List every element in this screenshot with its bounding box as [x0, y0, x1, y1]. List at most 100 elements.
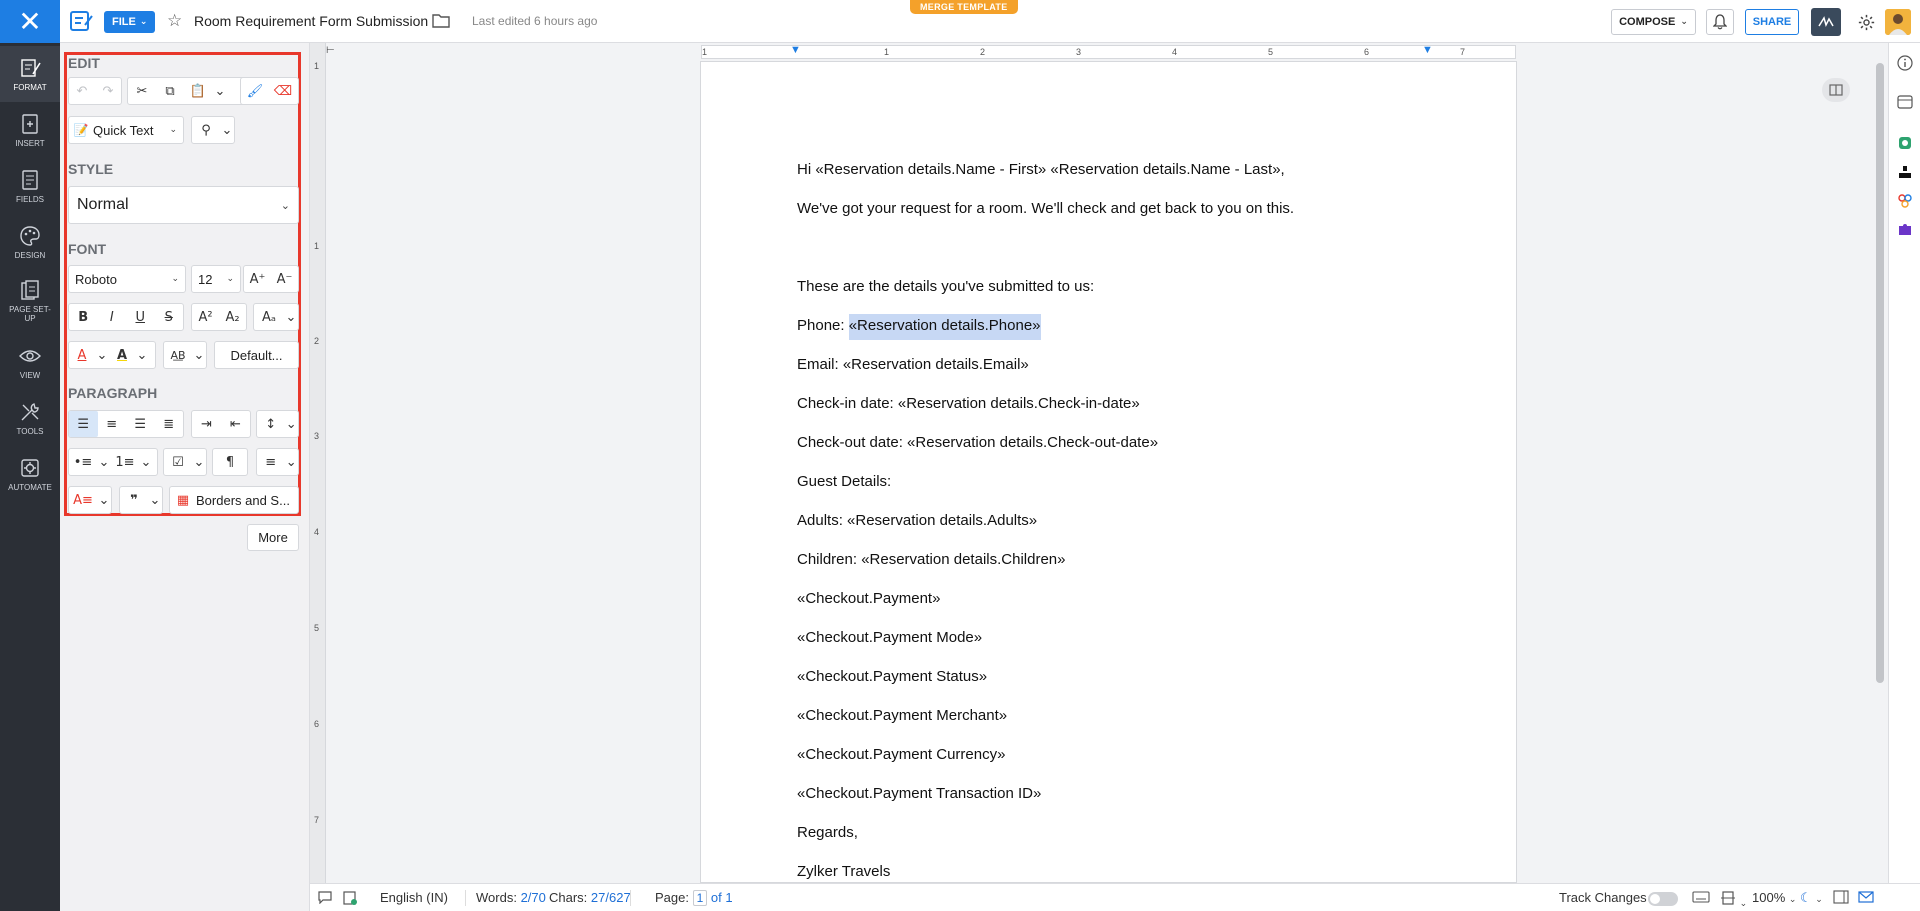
- show-formatting-button[interactable]: ¶: [212, 448, 248, 476]
- superscript-icon[interactable]: A²: [192, 304, 219, 330]
- font-family-select[interactable]: Roboto ⌄: [68, 265, 186, 293]
- rail-item-format[interactable]: FORMAT: [0, 46, 60, 102]
- italic-icon[interactable]: I: [98, 304, 127, 330]
- folder-icon[interactable]: [432, 13, 450, 28]
- doc-line[interactable]: Check-out date: «Reservation details.Che…: [797, 434, 1158, 451]
- panel-button[interactable]: [1895, 92, 1915, 112]
- font-color-chevron-icon[interactable]: ⌄: [95, 342, 109, 368]
- right-indent-marker-icon[interactable]: ▼: [1422, 44, 1433, 56]
- character-spacing-chevron-icon[interactable]: ⌄: [192, 342, 206, 368]
- page-number-input[interactable]: 1: [692, 890, 708, 906]
- user-avatar[interactable]: [1885, 9, 1911, 35]
- undo-icon[interactable]: ↶: [69, 78, 95, 104]
- sidebar-toggle-icon[interactable]: [1833, 890, 1849, 907]
- align-right-icon[interactable]: ☰: [126, 411, 155, 437]
- document-page[interactable]: Hi «Reservation details.Name - First» «R…: [700, 61, 1517, 883]
- language-selector[interactable]: English (IN): [380, 890, 448, 905]
- doc-line[interactable]: «Checkout.Payment Currency»: [797, 746, 1005, 763]
- rail-item-page-setup[interactable]: PAGE SET-UP: [0, 270, 60, 332]
- character-spacing-icon[interactable]: A͟B: [164, 342, 192, 368]
- strikethrough-icon[interactable]: S: [155, 304, 184, 330]
- increase-font-icon[interactable]: A⁺: [244, 266, 271, 292]
- keyboard-icon[interactable]: [1692, 890, 1710, 907]
- rail-item-insert[interactable]: INSERT: [0, 102, 60, 158]
- ruler-collapse-icon[interactable]: ⊢: [326, 45, 335, 56]
- compose-button[interactable]: COMPOSE ⌄: [1611, 9, 1696, 35]
- paragraph-style-select[interactable]: Normal ⌄: [68, 186, 299, 224]
- justify-icon[interactable]: ≣: [155, 411, 184, 437]
- track-changes-toggle[interactable]: [1648, 892, 1678, 906]
- feedback-icon[interactable]: [1858, 890, 1874, 907]
- doc-line[interactable]: Regards,: [797, 824, 858, 841]
- binoculars-icon[interactable]: ⚲: [192, 117, 220, 143]
- numbered-list-chevron-icon[interactable]: ⌄: [139, 449, 153, 475]
- file-menu-button[interactable]: FILE ⌄: [104, 11, 156, 33]
- close-button[interactable]: ✕: [0, 0, 60, 43]
- find-options-chevron-icon[interactable]: ⌄: [220, 117, 234, 143]
- doc-line-phone[interactable]: Phone: «Reservation details.Phone»: [797, 314, 1041, 340]
- highlight-color-icon[interactable]: A: [109, 342, 135, 368]
- font-color-icon[interactable]: A: [69, 342, 95, 368]
- info-button[interactable]: [1895, 53, 1915, 73]
- highlight-color-chevron-icon[interactable]: ⌄: [135, 342, 149, 368]
- zoom-select[interactable]: 100% ⌄: [1752, 890, 1796, 905]
- document-title[interactable]: Room Requirement Form Submission: [194, 13, 428, 29]
- cut-icon[interactable]: ✂: [128, 78, 156, 104]
- comment-icon[interactable]: [317, 890, 333, 907]
- rail-item-view[interactable]: VIEW: [0, 334, 60, 390]
- star-icon[interactable]: ☆: [167, 11, 182, 31]
- sign-button[interactable]: [1811, 8, 1841, 36]
- decrease-font-icon[interactable]: A⁻: [271, 266, 298, 292]
- rail-item-fields[interactable]: FIELDS: [0, 158, 60, 214]
- quote-chevron-icon[interactable]: ⌄: [148, 487, 162, 513]
- doc-line[interactable]: Check-in date: «Reservation details.Chec…: [797, 395, 1140, 412]
- doc-line[interactable]: Zylker Travels: [797, 863, 890, 880]
- page-layout-toggle[interactable]: [1822, 78, 1850, 102]
- doc-line[interactable]: «Checkout.Payment Merchant»: [797, 707, 1007, 724]
- doc-line[interactable]: «Checkout.Payment»: [797, 590, 940, 607]
- increase-indent-icon[interactable]: ⇥: [192, 411, 221, 437]
- extensions-button[interactable]: [1895, 219, 1915, 239]
- share-button[interactable]: SHARE: [1745, 9, 1799, 35]
- analytics-button[interactable]: [1895, 162, 1915, 182]
- doc-line[interactable]: Children: «Reservation details.Children»: [797, 551, 1065, 568]
- font-size-select[interactable]: 12 ⌄: [191, 265, 241, 293]
- document-icon[interactable]: [70, 11, 94, 31]
- bold-icon[interactable]: B: [69, 304, 98, 330]
- bulleted-list-icon[interactable]: •≡: [69, 449, 97, 475]
- quote-icon[interactable]: ❞: [120, 487, 148, 513]
- doc-line[interactable]: Adults: «Reservation details.Adults»: [797, 512, 1037, 529]
- checklist-chevron-icon[interactable]: ⌄: [192, 449, 206, 475]
- paste-options-chevron-icon[interactable]: ⌄: [212, 78, 228, 104]
- decrease-indent-icon[interactable]: ⇤: [221, 411, 250, 437]
- theme-toggle[interactable]: ☾ ⌄: [1800, 890, 1823, 906]
- default-font-button[interactable]: Default...: [214, 341, 299, 369]
- borders-shading-button[interactable]: ▦ Borders and S...: [169, 486, 299, 514]
- doc-line[interactable]: Hi «Reservation details.Name - First» «R…: [797, 161, 1285, 178]
- rail-item-automate[interactable]: AUTOMATE: [0, 446, 60, 502]
- copy-icon[interactable]: ⧉: [156, 78, 184, 104]
- line-spacing-icon[interactable]: ↕: [257, 411, 284, 437]
- doc-line[interactable]: «Checkout.Payment Status»: [797, 668, 987, 685]
- redo-icon[interactable]: ↷: [95, 78, 121, 104]
- paste-icon[interactable]: 📋: [184, 78, 212, 104]
- view-mode-button[interactable]: ⌄: [1720, 890, 1747, 909]
- doc-line[interactable]: «Checkout.Payment Transaction ID»: [797, 785, 1041, 802]
- paint-format-icon[interactable]: 🖌: [241, 78, 269, 104]
- more-button[interactable]: More: [247, 524, 299, 551]
- paragraph-shading-chevron-icon[interactable]: ⌄: [97, 487, 111, 513]
- line-spacing-chevron-icon[interactable]: ⌄: [284, 411, 298, 437]
- vertical-scrollbar[interactable]: [1876, 63, 1884, 683]
- subscript-icon[interactable]: A₂: [219, 304, 246, 330]
- quick-text-dropdown[interactable]: 📝 Quick Text ⌄: [68, 116, 184, 144]
- paragraph-shading-icon[interactable]: A≡: [69, 487, 97, 513]
- notifications-button[interactable]: [1706, 9, 1734, 35]
- text-wrap-chevron-icon[interactable]: ⌄: [284, 449, 298, 475]
- settings-button[interactable]: [1853, 10, 1879, 34]
- rail-item-tools[interactable]: TOOLS: [0, 390, 60, 446]
- left-indent-marker-icon[interactable]: ▼: [790, 44, 801, 56]
- zia-button[interactable]: [1895, 133, 1915, 153]
- rail-item-design[interactable]: DESIGN: [0, 214, 60, 270]
- doc-line[interactable]: Guest Details:: [797, 473, 891, 490]
- change-case-icon[interactable]: Aₐ: [254, 304, 284, 330]
